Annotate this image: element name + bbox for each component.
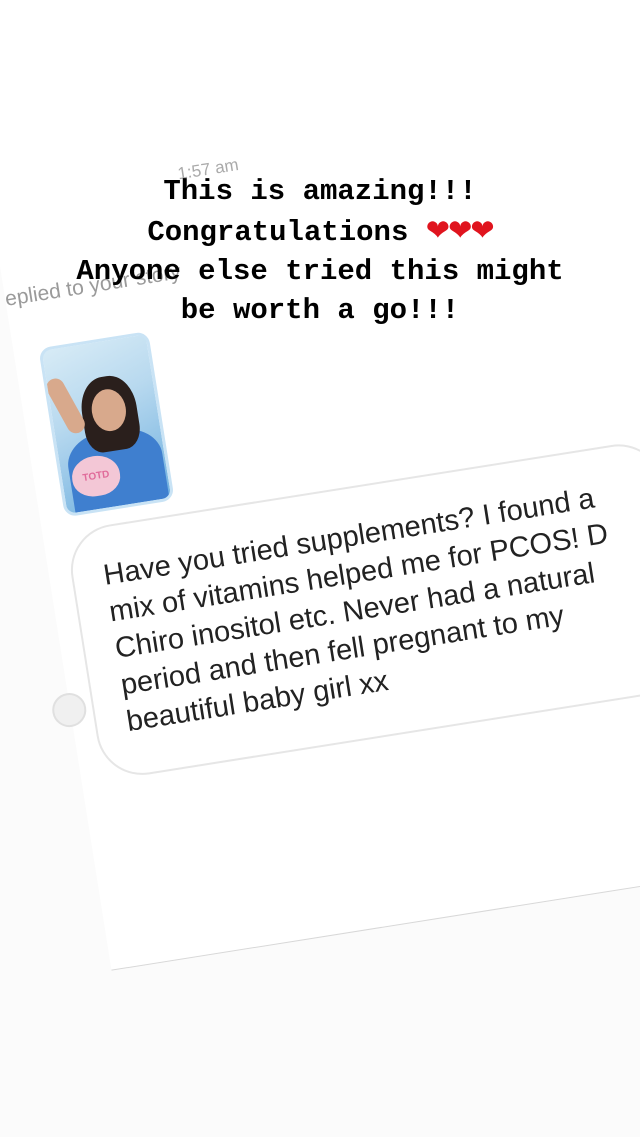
- caption-line-1: This is amazing!!!: [163, 175, 477, 208]
- caption-line-2: Congratulations ❤❤❤: [0, 211, 640, 252]
- caption-line-4: be worth a go!!!: [180, 294, 460, 327]
- caption-congratulations: Congratulations: [147, 216, 426, 249]
- story-caption: This is amazing!!! Congratulations ❤❤❤ A…: [0, 172, 640, 330]
- dm-screenshot: 1:57 am eplied to your story TOTD Have y…: [0, 0, 640, 971]
- caption-line-3: Anyone else tried this might: [76, 255, 564, 288]
- heart-emoji-icon: ❤❤❤: [425, 213, 495, 247]
